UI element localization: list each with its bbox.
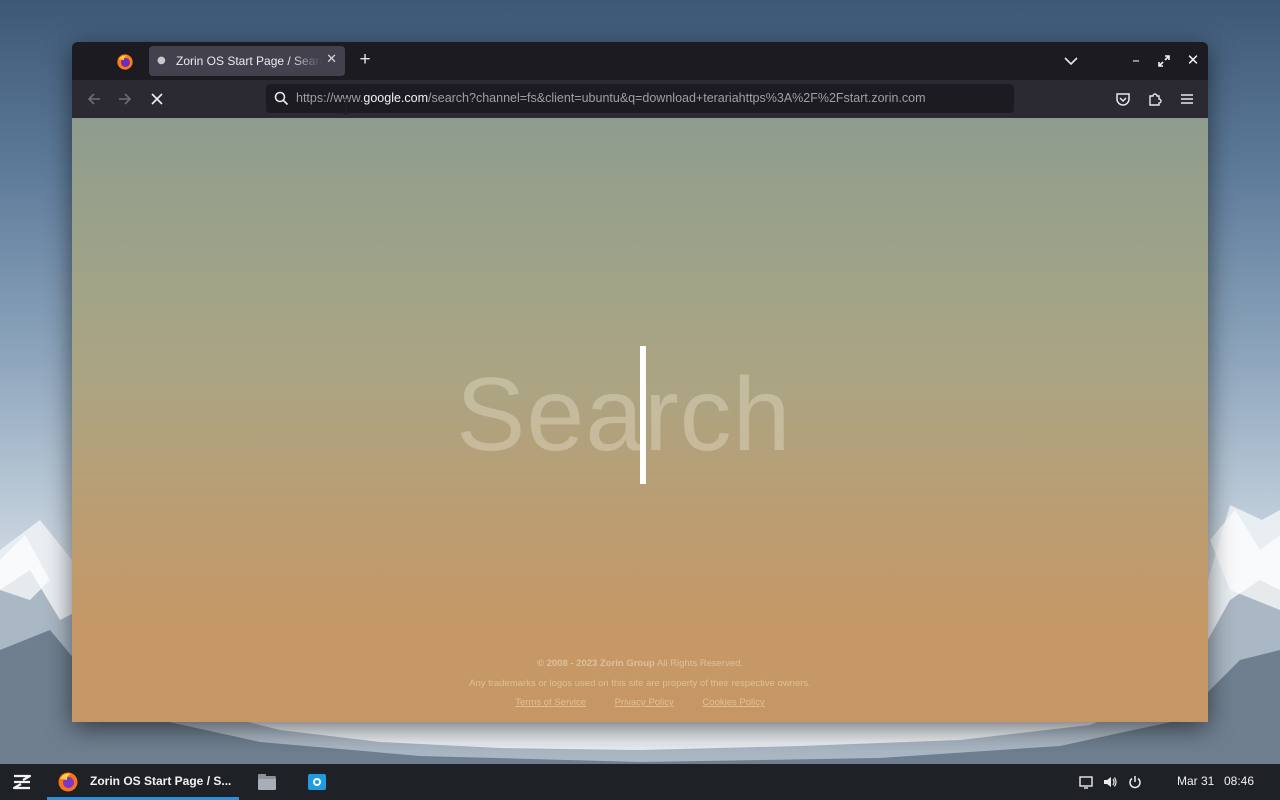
forward-arrow-icon[interactable]: [115, 89, 135, 109]
search-placeholder[interactable]: Search: [456, 356, 792, 475]
tab-title: Zorin OS Start Page / Search: [176, 54, 322, 68]
taskbar: Zorin OS Start Page / S... Mar 31 08:46: [0, 764, 1280, 800]
clock-date[interactable]: Mar 31: [1177, 774, 1214, 788]
hamburger-menu-icon[interactable]: [1178, 90, 1196, 108]
chevron-down-icon[interactable]: [1062, 52, 1080, 70]
firefox-window: ● Zorin OS Start Page / Search ✕ + – ✕ h…: [72, 42, 1208, 722]
clock-time[interactable]: 08:46: [1224, 774, 1254, 788]
privacy-policy-link[interactable]: Privacy Policy: [615, 697, 674, 708]
power-icon[interactable]: [1127, 774, 1143, 790]
url-text[interactable]: https://www.google.com/search?channel=fs…: [296, 91, 926, 105]
url-domain: google.com: [363, 91, 429, 105]
back-arrow-icon[interactable]: [84, 89, 104, 109]
navigation-toolbar: https://www.google.com/search?channel=fs…: [72, 80, 1208, 118]
tab-bar: ● Zorin OS Start Page / Search ✕ + – ✕: [72, 42, 1208, 80]
display-icon[interactable]: [1078, 774, 1094, 790]
tab-zorin-start-page[interactable]: ● Zorin OS Start Page / Search ✕: [149, 46, 345, 76]
footer-links: Terms of Service Privacy Policy Cookies …: [72, 697, 1208, 708]
volume-icon[interactable]: [1102, 774, 1118, 790]
text-cursor-icon: [343, 99, 349, 115]
stop-icon[interactable]: [147, 89, 167, 109]
close-window-button[interactable]: ✕: [1184, 50, 1202, 70]
copyright-rights: All Rights Reserved.: [654, 658, 744, 669]
url-bar[interactable]: https://www.google.com/search?channel=fs…: [266, 84, 1014, 113]
pocket-icon[interactable]: [1114, 90, 1132, 108]
url-prefix: https://www.: [296, 91, 364, 105]
footer-copyright: © 2008 - 2023 Zorin Group All Rights Res…: [72, 658, 1208, 669]
url-path: /search?channel=fs&client=ubuntu&q=downl…: [428, 91, 926, 105]
search-icon: [274, 91, 289, 106]
taskbar-item-title[interactable]: Zorin OS Start Page / S...: [90, 774, 231, 788]
puzzle-piece-icon[interactable]: [1146, 90, 1164, 108]
maximize-icon[interactable]: [1156, 53, 1172, 69]
software-store-icon[interactable]: [307, 771, 327, 791]
new-tab-button[interactable]: +: [355, 50, 375, 70]
page-content: Search © 2008 - 2023 Zorin Group All Rig…: [72, 118, 1208, 722]
copyright-owner: © 2008 - 2023 Zorin Group: [536, 658, 655, 669]
text-caret: [640, 346, 646, 484]
cookies-policy-link[interactable]: Cookies Policy: [702, 697, 764, 708]
tab-close-icon[interactable]: ✕: [326, 52, 337, 67]
files-folder-icon[interactable]: [257, 773, 277, 791]
loading-dot-icon: ●: [157, 55, 166, 66]
footer-trademark: Any trademarks or logos used on this sit…: [469, 678, 811, 689]
firefox-icon[interactable]: [116, 53, 134, 71]
minimize-button[interactable]: –: [1128, 51, 1144, 69]
firefox-icon[interactable]: [57, 771, 79, 793]
zorin-menu-icon[interactable]: [10, 770, 34, 794]
terms-of-service-link[interactable]: Terms of Service: [515, 697, 586, 708]
